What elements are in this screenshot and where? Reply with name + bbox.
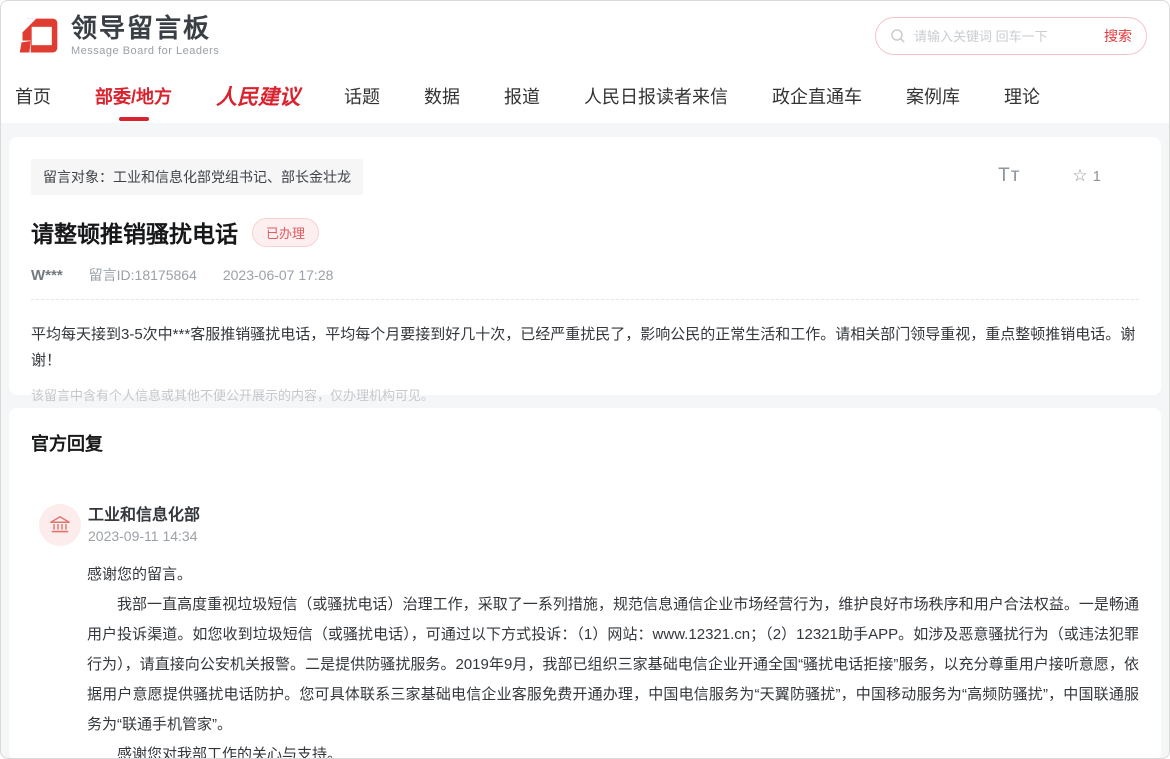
search-box: 搜索 [875, 17, 1147, 55]
nav-item-home[interactable]: 首页 [15, 71, 51, 123]
reply-timestamp: 2023-09-11 14:34 [88, 528, 198, 545]
message-timestamp: 2023-06-07 17:28 [222, 267, 334, 283]
reply-agency-name: 工业和信息化部 [88, 506, 201, 524]
message-body: 平均每天接到3-5次中***客服推销骚扰电话，平均每个月要接到好几十次，已经严重… [31, 326, 1136, 369]
page-frame: 领导留言板 Message Board for Leaders 搜索 首页 部委… [0, 0, 1170, 759]
message-author-row: W*** 留言ID:18175864 2023-06-07 17:28 [31, 265, 1139, 285]
reply-header: 工业和信息化部 2023-09-11 14:34 [39, 504, 1139, 546]
message-target-row: 留言对象：工业和信息化部党组书记、部长金壮龙 Tᴛ ☆ 1 [31, 159, 1139, 195]
nav-item-people-suggestions[interactable]: 人民建议 [216, 71, 300, 123]
star-icon: ☆ [1072, 166, 1088, 185]
message-tools: Tᴛ ☆ 1 [998, 165, 1139, 187]
message-id: 留言ID:18175864 [88, 267, 197, 283]
privacy-note: 该留言中含有个人信息或其他不便公开展示的内容，仅办理机构可见。 [31, 388, 435, 403]
reply-block: 工业和信息化部 2023-09-11 14:34 感谢您的留言。 我部一直高度重… [31, 504, 1139, 759]
nav-item-label: 部委/地方 [95, 87, 173, 107]
nav-item-theory[interactable]: 理论 [1004, 71, 1040, 123]
font-size-icon[interactable]: Tᴛ [998, 165, 1020, 187]
message-card: 留言对象：工业和信息化部党组书记、部长金壮龙 Tᴛ ☆ 1 请整顿推销骚扰电话 … [9, 137, 1161, 403]
main-nav: 首页 部委/地方 人民建议 话题 数据 报道 人民日报读者来信 政企直通车 案例… [1, 71, 1169, 123]
site-header: 领导留言板 Message Board for Leaders 搜索 [1, 1, 1169, 71]
logo-subtitle: Message Board for Leaders [71, 44, 220, 57]
search-input[interactable] [914, 28, 1096, 44]
nav-item-topics[interactable]: 话题 [344, 71, 380, 123]
logo-icon [17, 18, 58, 54]
divider [31, 299, 1139, 300]
nav-item-ministries[interactable]: 部委/地方 [95, 71, 172, 123]
logo-text: 领导留言板 Message Board for Leaders [71, 13, 220, 57]
logo-title: 领导留言板 [71, 13, 212, 44]
reply-paragraph: 我部一直高度重视垃圾短信（或骚扰电话）治理工作，采取了一系列措施，规范信息通信企… [87, 596, 1139, 733]
author-name: W*** [31, 266, 63, 284]
favorite-button[interactable]: ☆ 1 [1072, 166, 1101, 186]
nav-item-gov-biz-express[interactable]: 政企直通车 [772, 71, 862, 123]
avatar [39, 504, 81, 546]
reply-paragraph: 感谢您的留言。 [87, 566, 193, 583]
nav-item-reports[interactable]: 报道 [504, 71, 540, 123]
message-target-tag: 留言对象：工业和信息化部党组书记、部长金壮龙 [31, 159, 363, 195]
message-title: 请整顿推销骚扰电话 [31, 221, 238, 247]
nav-item-data[interactable]: 数据 [424, 71, 460, 123]
official-reply-card: 官方回复 工业和信息化部 2023-09-11 14:34 感谢您的留言。 我部… [9, 408, 1161, 759]
reply-section-title: 官方回复 [31, 434, 103, 454]
search-button[interactable]: 搜索 [1096, 26, 1132, 46]
reply-paragraph: 感谢您对我部工作的关心与支持。 [117, 746, 343, 759]
reply-body: 感谢您的留言。 我部一直高度重视垃圾短信（或骚扰电话）治理工作，采取了一系列措施… [87, 560, 1139, 759]
message-title-row: 请整顿推销骚扰电话 已办理 [31, 215, 1139, 249]
nav-item-case-library[interactable]: 案例库 [906, 71, 960, 123]
status-badge: 已办理 [252, 217, 320, 247]
favorite-count: 1 [1092, 167, 1101, 185]
search-icon [891, 29, 905, 43]
reply-meta: 工业和信息化部 2023-09-11 14:34 [88, 506, 200, 545]
government-building-icon [50, 516, 70, 533]
active-tab-underline [118, 117, 149, 121]
nav-item-reader-letters[interactable]: 人民日报读者来信 [584, 71, 728, 123]
site-logo[interactable]: 领导留言板 Message Board for Leaders [17, 14, 219, 58]
